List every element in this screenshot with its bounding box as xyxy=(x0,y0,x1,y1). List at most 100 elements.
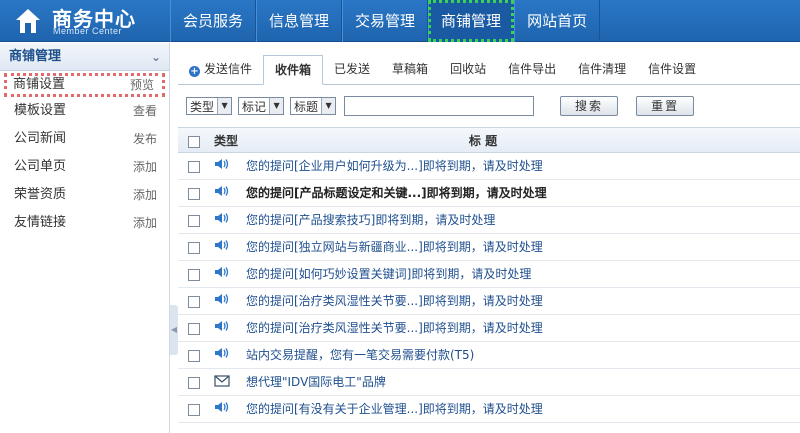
speaker-icon xyxy=(214,397,230,423)
table-row[interactable]: 您的提问[产品搜索技巧]即将到期，请及时处理 xyxy=(178,207,800,234)
sidebar-header[interactable]: 商铺管理 ⌄ xyxy=(0,43,169,71)
table-body: 您的提问[企业用户如何升级为...]即将到期，请及时处理 您的提问[产品标题设定和… xyxy=(178,153,800,423)
select-all-checkbox[interactable] xyxy=(188,135,200,148)
nav-site-home[interactable]: 网站首页 xyxy=(514,0,601,42)
chevron-down-icon[interactable]: ⌄ xyxy=(151,43,161,71)
mail-tabs: + 发送信件 收件箱 已发送 草稿箱 回收站 信件导出 信件清理 信件设置 xyxy=(178,55,800,85)
sidebar-item-friend-links[interactable]: 友情链接 添加 xyxy=(0,209,169,237)
sidebar-item-add-link[interactable]: 添加 xyxy=(133,153,157,181)
sidebar-item-shop-settings[interactable]: 商铺设置 预览 xyxy=(4,73,165,97)
search-input[interactable] xyxy=(344,96,535,116)
sidebar-item-template-settings[interactable]: 模板设置 查看 xyxy=(0,97,169,125)
row-checkbox[interactable] xyxy=(188,160,200,173)
search-button[interactable]: 搜索 xyxy=(560,96,619,116)
speaker-icon xyxy=(214,181,230,207)
speaker-icon xyxy=(214,235,230,261)
table-row[interactable]: 您的提问[治疗类风湿性关节要...]即将到期，请及时处理 xyxy=(178,315,800,342)
sidebar-item-add-link[interactable]: 添加 xyxy=(133,181,157,209)
row-checkbox[interactable] xyxy=(188,214,200,227)
tab-cleanup[interactable]: 信件清理 xyxy=(567,55,637,84)
table-row[interactable]: 您的提问[治疗类风湿性关节要...]即将到期，请及时处理 xyxy=(178,288,800,315)
type-select[interactable]: 类型 ▼ xyxy=(186,97,233,115)
mark-select-value: 标记 xyxy=(242,99,267,114)
sidebar-item-view-link[interactable]: 查看 xyxy=(133,97,157,125)
tab-recycle-bin[interactable]: 回收站 xyxy=(439,55,497,84)
message-title-link[interactable]: 站内交易提醒，您有一笔交易需要付款(T5) xyxy=(246,342,800,368)
sidebar-item-preview-link[interactable]: 预览 xyxy=(130,76,154,94)
nav-member-service[interactable]: 会员服务 xyxy=(170,0,257,42)
speaker-icon xyxy=(214,262,230,288)
speaker-icon xyxy=(214,316,230,342)
message-title-link[interactable]: 您的提问[治疗类风湿性关节要...]即将到期，请及时处理 xyxy=(246,288,800,314)
message-title-link[interactable]: 您的提问[有没有关于企业管理...]即将到期，请及时处理 xyxy=(246,396,800,422)
message-title-link[interactable]: 您的提问[如何巧妙设置关键词]即将到期，请及时处理 xyxy=(246,261,800,287)
dropdown-arrow-icon: ▼ xyxy=(269,98,284,114)
row-checkbox[interactable] xyxy=(188,322,200,335)
sidebar-item-label: 商铺设置 xyxy=(13,77,66,92)
table-row[interactable]: 您的提问[有没有关于企业管理...]即将到期，请及时处理 xyxy=(178,396,800,423)
tab-send-mail[interactable]: + 发送信件 xyxy=(178,55,263,84)
table-row[interactable]: 您的提问[如何巧妙设置关键词]即将到期，请及时处理 xyxy=(178,261,800,288)
reset-button[interactable]: 重置 xyxy=(636,96,695,116)
mail-icon xyxy=(214,370,230,396)
table-row[interactable]: 您的提问[企业用户如何升级为...]即将到期，请及时处理 xyxy=(178,153,800,180)
logo-subtitle: Member Center xyxy=(53,26,123,36)
table-row[interactable]: 您的提问[独立网站与新疆商业...]即将到期，请及时处理 xyxy=(178,234,800,261)
row-checkbox[interactable] xyxy=(188,295,200,308)
speaker-icon xyxy=(214,289,230,315)
speaker-icon xyxy=(214,154,230,180)
table-row[interactable]: 站内交易提醒，您有一笔交易需要付款(T5) xyxy=(178,342,800,369)
message-title-link[interactable]: 想代理"IDV国际电工"品牌 xyxy=(246,369,800,395)
top-bar: 商务中心 Member Center 会员服务 信息管理 交易管理 商铺管理 网… xyxy=(0,0,800,42)
row-checkbox[interactable] xyxy=(188,241,200,254)
tab-inbox[interactable]: 收件箱 xyxy=(263,55,324,85)
dropdown-arrow-icon: ▼ xyxy=(217,98,232,114)
column-type-header: 类型 xyxy=(214,134,239,148)
nav-trade-management[interactable]: 交易管理 xyxy=(342,0,429,42)
message-title-link[interactable]: 您的提问[企业用户如何升级为...]即将到期，请及时处理 xyxy=(246,153,800,179)
main-content: + 发送信件 收件箱 已发送 草稿箱 回收站 信件导出 信件清理 信件设置 类型 ▼… xyxy=(178,43,800,433)
message-title-link[interactable]: 您的提问[产品标题设定和关键...]即将到期，请及时处理 xyxy=(246,180,800,206)
sidebar-item-label: 模板设置 xyxy=(14,103,67,118)
sidebar-item-company-news[interactable]: 公司新闻 发布 xyxy=(0,125,169,153)
title-select[interactable]: 标题 ▼ xyxy=(290,97,337,115)
row-checkbox[interactable] xyxy=(188,268,200,281)
type-select-value: 类型 xyxy=(190,99,215,114)
message-table: 类型 标 题 您的提问[企业用户如何升级为...]即将到期，请及时处理 您的提问[… xyxy=(178,127,800,423)
dropdown-arrow-icon: ▼ xyxy=(321,98,336,114)
nav-shop-management[interactable]: 商铺管理 xyxy=(428,0,515,42)
sidebar-item-company-page[interactable]: 公司单页 添加 xyxy=(0,153,169,181)
row-checkbox[interactable] xyxy=(188,376,200,389)
row-checkbox[interactable] xyxy=(188,187,200,200)
table-row[interactable]: 想代理"IDV国际电工"品牌 xyxy=(178,369,800,396)
sidebar-item-publish-link[interactable]: 发布 xyxy=(133,125,157,153)
table-header: 类型 标 题 xyxy=(178,127,800,153)
home-icon xyxy=(16,9,40,33)
tab-label: 发送信件 xyxy=(204,62,253,76)
tab-export[interactable]: 信件导出 xyxy=(497,55,567,84)
sidebar-title: 商铺管理 xyxy=(9,49,62,64)
nav-info-management[interactable]: 信息管理 xyxy=(256,0,343,42)
main-nav: 会员服务 信息管理 交易管理 商铺管理 网站首页 xyxy=(170,0,601,42)
row-checkbox[interactable] xyxy=(188,349,200,362)
logo[interactable]: 商务中心 Member Center xyxy=(0,0,170,42)
tab-drafts[interactable]: 草稿箱 xyxy=(381,55,439,84)
sidebar-item-label: 荣誉资质 xyxy=(14,187,67,202)
sidebar-item-label: 公司新闻 xyxy=(14,131,67,146)
message-title-link[interactable]: 您的提问[独立网站与新疆商业...]即将到期，请及时处理 xyxy=(246,234,800,260)
sidebar: 商铺管理 ⌄ 商铺设置 预览 模板设置 查看 公司新闻 发布 公司单页 添加 荣… xyxy=(0,43,170,433)
message-title-link[interactable]: 您的提问[治疗类风湿性关节要...]即将到期，请及时处理 xyxy=(246,315,800,341)
speaker-icon xyxy=(214,208,230,234)
row-checkbox[interactable] xyxy=(188,403,200,416)
tab-sent[interactable]: 已发送 xyxy=(323,55,381,84)
table-row[interactable]: 您的提问[产品标题设定和关键...]即将到期，请及时处理 xyxy=(178,180,800,207)
filter-bar: 类型 ▼ 标记 ▼ 标题 ▼ 搜索 重置 xyxy=(186,95,712,117)
sidebar-item-honors[interactable]: 荣誉资质 添加 xyxy=(0,181,169,209)
plus-icon: + xyxy=(189,66,200,77)
tab-settings[interactable]: 信件设置 xyxy=(637,55,707,84)
sidebar-collapse-handle[interactable]: ◀ xyxy=(170,305,178,355)
message-title-link[interactable]: 您的提问[产品搜索技巧]即将到期，请及时处理 xyxy=(246,207,800,233)
sidebar-item-label: 友情链接 xyxy=(14,215,67,230)
mark-select[interactable]: 标记 ▼ xyxy=(238,97,285,115)
sidebar-item-add-link[interactable]: 添加 xyxy=(133,209,157,237)
